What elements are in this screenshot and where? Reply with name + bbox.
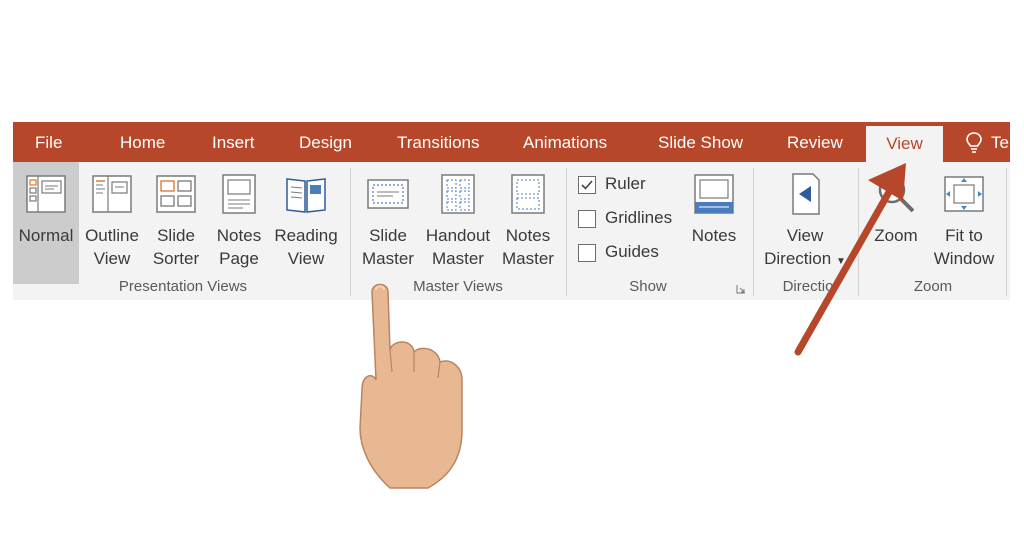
- tab-design[interactable]: Design: [299, 122, 352, 162]
- ruler-checkbox-box[interactable]: [578, 176, 596, 194]
- notes-button[interactable]: Notes: [685, 162, 743, 284]
- chevron-down-icon: ▼: [835, 256, 846, 267]
- tab-insert[interactable]: Insert: [212, 122, 255, 162]
- notes-label: Notes: [691, 226, 737, 245]
- guides-checkbox-box[interactable]: [578, 244, 596, 262]
- outline-view-button[interactable]: Outline View: [81, 162, 143, 284]
- zoom-group-label: Zoom: [913, 278, 953, 295]
- fit-to-window-icon: [944, 176, 984, 212]
- tab-transitions[interactable]: Transitions: [397, 122, 480, 162]
- tab-slide-show[interactable]: Slide Show: [658, 122, 743, 162]
- notes-page-icon: [222, 174, 256, 214]
- zoom-button[interactable]: Zoom: [863, 162, 929, 284]
- group-separator: [350, 168, 351, 296]
- slide-master-label: Slide Master: [362, 226, 414, 268]
- checkmark-icon: [581, 180, 593, 190]
- notes-page-label: Notes Page: [216, 226, 262, 268]
- outline-view-label: Outline View: [85, 226, 139, 268]
- tab-view[interactable]: View: [866, 126, 943, 162]
- ribbon: File Home Insert Design Transitions Anim…: [13, 122, 1010, 300]
- notes-icon: [694, 174, 734, 214]
- normal-view-icon: [26, 175, 66, 213]
- notes-master-label: Notes Master: [502, 226, 554, 268]
- show-group-label: Show: [629, 278, 667, 295]
- tell-me-label: Te: [991, 133, 1009, 152]
- notes-master-button[interactable]: Notes Master: [499, 162, 557, 284]
- direction-group-label: Directio: [782, 278, 834, 295]
- reading-view-label: Reading View: [274, 226, 338, 268]
- presentation-views-group-label: Presentation Views: [118, 278, 248, 295]
- outline-view-icon: [92, 175, 132, 213]
- fit-to-window-button[interactable]: Fit to Window: [929, 162, 999, 284]
- tab-review[interactable]: Review: [787, 122, 843, 162]
- master-views-group-label: Master Views: [413, 278, 503, 295]
- view-direction-button[interactable]: View Direction ▼: [759, 162, 851, 284]
- tab-home[interactable]: Home: [120, 122, 165, 162]
- reading-view-button[interactable]: Reading View: [273, 162, 339, 284]
- ribbon-body: Normal Outline View Slide Sorter Notes P…: [13, 162, 1010, 300]
- group-separator: [753, 168, 754, 296]
- view-direction-icon: [792, 173, 820, 215]
- fit-to-window-label: Fit to Window: [933, 226, 995, 268]
- tab-file[interactable]: File: [35, 122, 62, 162]
- gridlines-label: Gridlines: [605, 208, 673, 227]
- ruler-label: Ruler: [605, 174, 646, 193]
- notes-master-icon: [511, 174, 545, 214]
- normal-label: Normal: [18, 226, 74, 245]
- view-direction-label: View Direction ▼: [764, 226, 846, 268]
- slide-sorter-button[interactable]: Slide Sorter: [147, 162, 205, 284]
- zoom-icon: [878, 176, 915, 213]
- lightbulb-icon: [966, 132, 982, 153]
- zoom-label: Zoom: [874, 226, 918, 245]
- ribbon-tab-bar: File Home Insert Design Transitions Anim…: [13, 122, 1010, 162]
- slide-master-button[interactable]: Slide Master: [357, 162, 419, 284]
- slide-sorter-label: Slide Sorter: [152, 226, 200, 268]
- tab-animations[interactable]: Animations: [523, 122, 607, 162]
- guides-label: Guides: [605, 242, 659, 261]
- dialog-launcher-icon[interactable]: [736, 284, 746, 294]
- group-separator: [1006, 168, 1007, 296]
- handout-master-icon: [441, 174, 475, 214]
- gridlines-checkbox-box[interactable]: [578, 210, 596, 228]
- reading-view-icon: [286, 178, 326, 213]
- handout-master-button[interactable]: Handout Master: [421, 162, 495, 284]
- slide-master-icon: [367, 179, 409, 209]
- group-separator: [858, 168, 859, 296]
- slide-sorter-icon: [156, 175, 196, 213]
- notes-page-button[interactable]: Notes Page: [209, 162, 269, 284]
- normal-button[interactable]: Normal: [13, 162, 79, 284]
- handout-master-label: Handout Master: [425, 226, 491, 268]
- group-separator: [566, 168, 567, 296]
- pointing-hand-icon: [359, 283, 463, 489]
